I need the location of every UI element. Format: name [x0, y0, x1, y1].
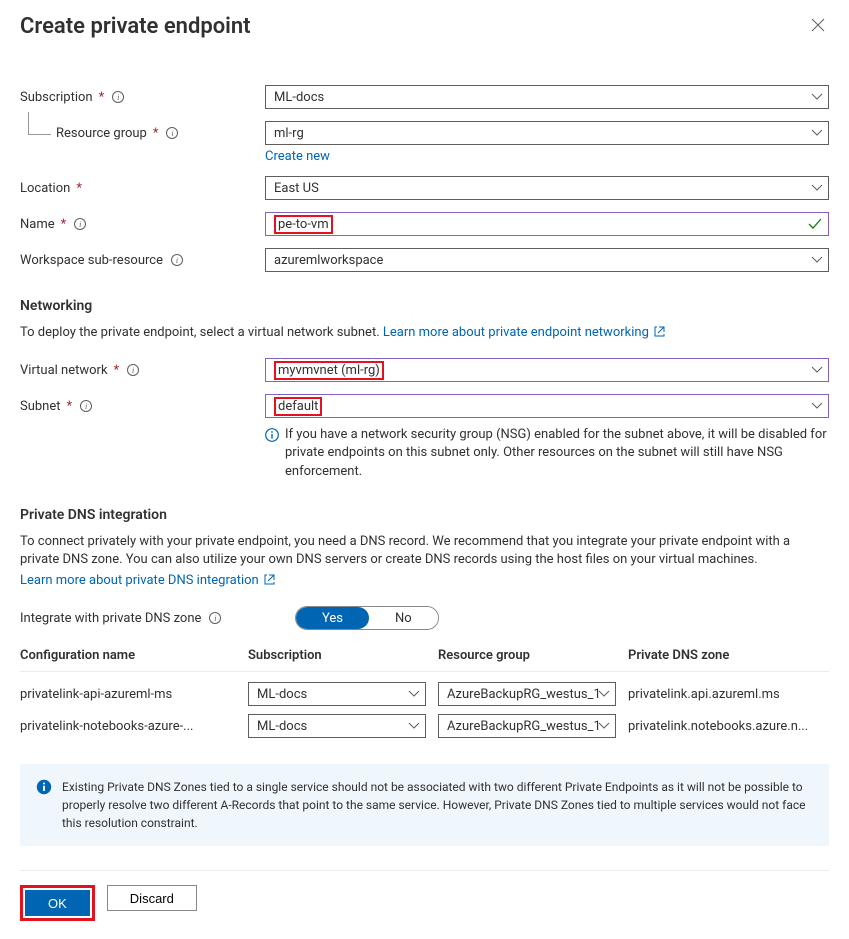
info-icon[interactable]: i	[127, 364, 139, 376]
discard-button[interactable]: Discard	[107, 885, 197, 911]
toggle-no[interactable]: No	[369, 607, 438, 629]
virtual-network-label: Virtual network	[20, 363, 108, 378]
subscription-select[interactable]: ML-docs	[265, 85, 829, 109]
subnet-select[interactable]: default	[265, 394, 829, 418]
location-value: East US	[274, 181, 319, 196]
ok-button[interactable]: OK	[25, 890, 90, 916]
required-star: *	[153, 126, 159, 141]
subscription-label: Subscription	[20, 90, 93, 105]
row-resource-group-select[interactable]: AzureBackupRG_westus_1	[438, 682, 616, 706]
required-star: *	[76, 181, 82, 196]
workspace-subresource-select[interactable]: azuremlworkspace	[265, 248, 829, 272]
external-link-icon	[654, 324, 665, 342]
required-star: *	[61, 217, 67, 232]
location-label: Location	[20, 181, 70, 196]
info-icon[interactable]: i	[74, 218, 86, 230]
info-icon	[265, 428, 279, 481]
column-resource-group: Resource group	[438, 648, 628, 663]
config-name-cell: privatelink-api-azureml-ms	[20, 687, 248, 702]
dns-warning-text: Existing Private DNS Zones tied to a sin…	[62, 778, 813, 832]
info-icon[interactable]: i	[80, 400, 92, 412]
row-subscription-value: ML-docs	[257, 687, 307, 702]
resource-group-select[interactable]: ml-rg	[265, 121, 829, 145]
dns-config-table: Configuration name Subscription Resource…	[20, 648, 829, 738]
page-title: Create private endpoint	[20, 14, 251, 39]
subnet-label: Subnet	[20, 399, 61, 414]
location-select[interactable]: East US	[265, 176, 829, 200]
networking-desc: To deploy the private endpoint, select a…	[20, 325, 383, 340]
subnet-value: default	[274, 397, 322, 416]
row-resource-group-value: AzureBackupRG_westus_1	[447, 687, 601, 702]
create-new-link[interactable]: Create new	[265, 149, 330, 164]
column-subscription: Subscription	[248, 648, 438, 663]
info-icon[interactable]: i	[171, 254, 183, 266]
dns-learn-more-link[interactable]: Learn more about private DNS integration	[20, 573, 275, 588]
virtual-network-select[interactable]: myvmvnet (ml-rg)	[265, 358, 829, 382]
required-star: *	[114, 363, 120, 378]
table-row: privatelink-api-azureml-ms ML-docs Azure…	[20, 682, 829, 706]
dns-zone-cell: privatelink.api.azureml.ms	[628, 687, 829, 702]
toggle-yes[interactable]: Yes	[296, 607, 369, 629]
row-subscription-select[interactable]: ML-docs	[248, 714, 426, 738]
subscription-value: ML-docs	[274, 90, 324, 105]
row-resource-group-select[interactable]: AzureBackupRG_westus_1	[438, 714, 616, 738]
row-resource-group-value: AzureBackupRG_westus_1	[447, 719, 601, 734]
column-private-dns-zone: Private DNS zone	[628, 648, 829, 663]
required-star: *	[99, 90, 105, 105]
integrate-dns-toggle[interactable]: Yes No	[295, 606, 439, 630]
name-input[interactable]: pe-to-vm	[265, 212, 829, 236]
dns-warning-callout: Existing Private DNS Zones tied to a sin…	[20, 764, 829, 846]
networking-heading: Networking	[20, 298, 829, 314]
name-label: Name	[20, 217, 55, 232]
external-link-icon	[264, 573, 275, 588]
close-icon[interactable]	[807, 14, 829, 36]
required-star: *	[67, 399, 73, 414]
workspace-subresource-value: azuremlworkspace	[274, 253, 383, 268]
dns-zone-cell: privatelink.notebooks.azure.n...	[628, 719, 829, 734]
virtual-network-value: myvmvnet (ml-rg)	[274, 361, 384, 380]
info-icon[interactable]: i	[209, 612, 221, 624]
resource-group-label: Resource group	[56, 126, 147, 141]
subnet-nsg-info: If you have a network security group (NS…	[285, 426, 829, 481]
table-row: privatelink-notebooks-azure-... ML-docs …	[20, 714, 829, 738]
valid-check-icon	[808, 218, 822, 230]
workspace-subresource-label: Workspace sub-resource	[20, 253, 163, 268]
networking-learn-more-link[interactable]: Learn more about private endpoint networ…	[383, 325, 665, 340]
row-subscription-select[interactable]: ML-docs	[248, 682, 426, 706]
integrate-dns-label: Integrate with private DNS zone	[20, 611, 201, 626]
config-name-cell: privatelink-notebooks-azure-...	[20, 719, 248, 734]
resource-group-value: ml-rg	[274, 126, 304, 141]
row-subscription-value: ML-docs	[257, 719, 307, 734]
dns-heading: Private DNS integration	[20, 507, 829, 523]
info-icon[interactable]: i	[166, 127, 178, 139]
dns-desc: To connect privately with your private e…	[20, 534, 790, 567]
column-config-name: Configuration name	[20, 648, 248, 663]
name-value: pe-to-vm	[274, 215, 333, 234]
info-icon[interactable]: i	[112, 91, 124, 103]
info-icon	[36, 779, 52, 832]
